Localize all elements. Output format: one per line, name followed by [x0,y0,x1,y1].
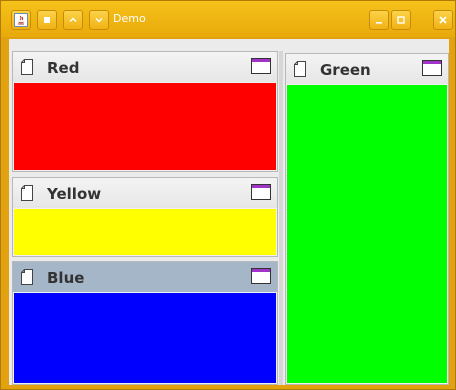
color-area [14,209,276,255]
maximize-icon[interactable] [251,58,271,74]
panel-green[interactable]: Green [285,53,449,385]
maximize-icon[interactable] [391,10,411,30]
close-icon[interactable] [433,10,453,30]
title-bar[interactable]: Demo [1,1,455,37]
window-title: Demo [113,12,146,25]
panel-header[interactable]: Green [286,54,448,84]
chevron-up-icon[interactable] [63,10,83,30]
panel-title: Green [320,61,371,79]
color-area [14,83,276,170]
panel-title: Red [47,59,80,77]
color-area [14,293,276,383]
minimize-icon[interactable] [369,10,389,30]
panel-header[interactable]: Yellow [13,178,277,208]
page-icon [294,61,306,77]
panel-title: Blue [47,269,85,287]
menu-icon[interactable] [37,10,57,30]
split-divider[interactable] [279,51,283,385]
content-area: Red Yellow Blue Green [9,39,449,385]
java-app-icon[interactable] [11,10,31,30]
maximize-icon[interactable] [251,184,271,200]
page-icon [21,269,33,285]
panel-yellow[interactable]: Yellow [12,177,278,257]
panel-title: Yellow [47,185,102,203]
chevron-down-icon[interactable] [89,10,109,30]
color-area [287,85,447,383]
page-icon [21,59,33,75]
panel-red[interactable]: Red [12,51,278,172]
maximize-icon[interactable] [251,268,271,284]
maximize-icon[interactable] [422,60,442,76]
panel-blue[interactable]: Blue [12,261,278,385]
panel-header[interactable]: Blue [13,262,277,292]
app-window: Demo Red Yellow Blue Green [0,0,456,390]
page-icon [21,185,33,201]
panel-header[interactable]: Red [13,52,277,82]
